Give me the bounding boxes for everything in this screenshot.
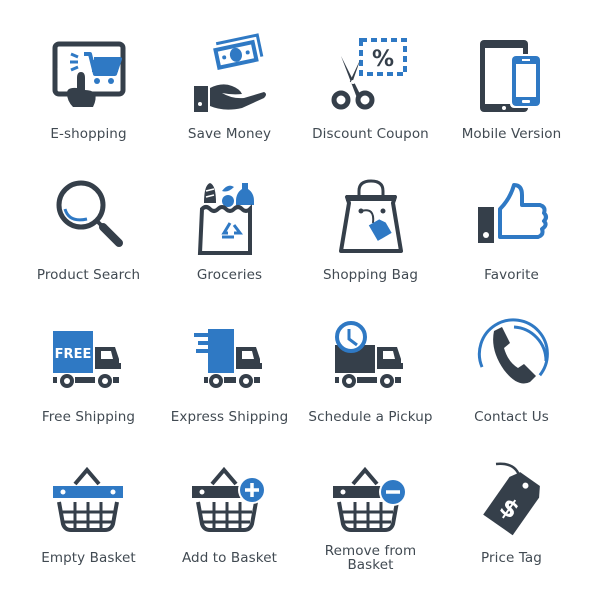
icon-card-groceries: Groceries [159, 146, 300, 287]
icon-label: Free Shipping [41, 409, 136, 425]
icon-card-product-search: Product Search [18, 146, 159, 287]
icon-card-discount-coupon: % Discount Coupon [300, 5, 441, 146]
icon-card-free-shipping: FREE Free Shipping [18, 288, 159, 429]
icon-card-express-shipping: Express Shipping [159, 288, 300, 429]
icon-label: Groceries [196, 267, 263, 283]
icon-card-contact-us: Contact Us [441, 288, 582, 429]
icon-label: Price Tag [481, 550, 542, 566]
svg-text:%: % [372, 47, 394, 72]
icon-label: Favorite [484, 267, 539, 283]
icon-label: Discount Coupon [312, 126, 429, 142]
hand-money-icon [194, 33, 266, 112]
icon-grid: E-shopping Save Money % Discount Coupon … [18, 0, 582, 600]
scissors-coupon-icon: % [331, 38, 407, 110]
icon-label: Save Money [187, 126, 272, 142]
shopping-bag-icon [339, 179, 403, 253]
tablet-cart-icon [52, 41, 126, 107]
icon-card-mobile-version: Mobile Version [441, 5, 582, 146]
price-tag-icon: $ [483, 462, 540, 536]
icon-card-add-to-basket: Add to Basket [159, 429, 300, 570]
clock-truck-icon [335, 321, 403, 388]
phone-icon [477, 318, 549, 384]
basket-minus-icon [333, 466, 407, 532]
free-truck-icon: FREE [53, 331, 121, 388]
svg-text:FREE: FREE [55, 347, 92, 362]
icon-label: Remove from Basket [300, 544, 441, 572]
icon-card-favorite: Favorite [441, 146, 582, 287]
icon-card-shopping-bag: Shopping Bag [300, 146, 441, 287]
tablet-phone-icon [480, 40, 542, 112]
icon-label: Product Search [36, 267, 141, 283]
icon-card-save-money: Save Money [159, 5, 300, 146]
icon-label: Add to Basket [181, 550, 278, 566]
icon-card-remove-from-basket: Remove from Basket [300, 429, 441, 572]
icon-label-line: Remove from [324, 543, 417, 559]
magnifier-icon [56, 180, 123, 247]
icon-card-e-shopping: E-shopping [18, 5, 159, 146]
icon-label: Empty Basket [41, 550, 136, 566]
express-truck-icon [194, 329, 262, 388]
icon-card-empty-basket: Empty Basket [18, 429, 159, 570]
icon-label: Express Shipping [170, 409, 289, 425]
thumbs-up-icon [478, 183, 548, 243]
icon-label: Schedule a Pickup [308, 409, 433, 425]
icon-label: Contact Us [474, 409, 549, 425]
icon-label: E-shopping [50, 126, 127, 142]
basket-icon [53, 466, 123, 532]
icon-card-schedule-pickup: Schedule a Pickup [300, 288, 441, 429]
icon-card-price-tag: $ Price Tag [441, 429, 582, 570]
basket-plus-icon [192, 466, 266, 532]
icon-label: Shopping Bag [323, 267, 418, 283]
icon-label: Mobile Version [461, 126, 562, 142]
icon-label-line: Basket [347, 557, 394, 573]
grocery-bag-icon [197, 183, 254, 255]
